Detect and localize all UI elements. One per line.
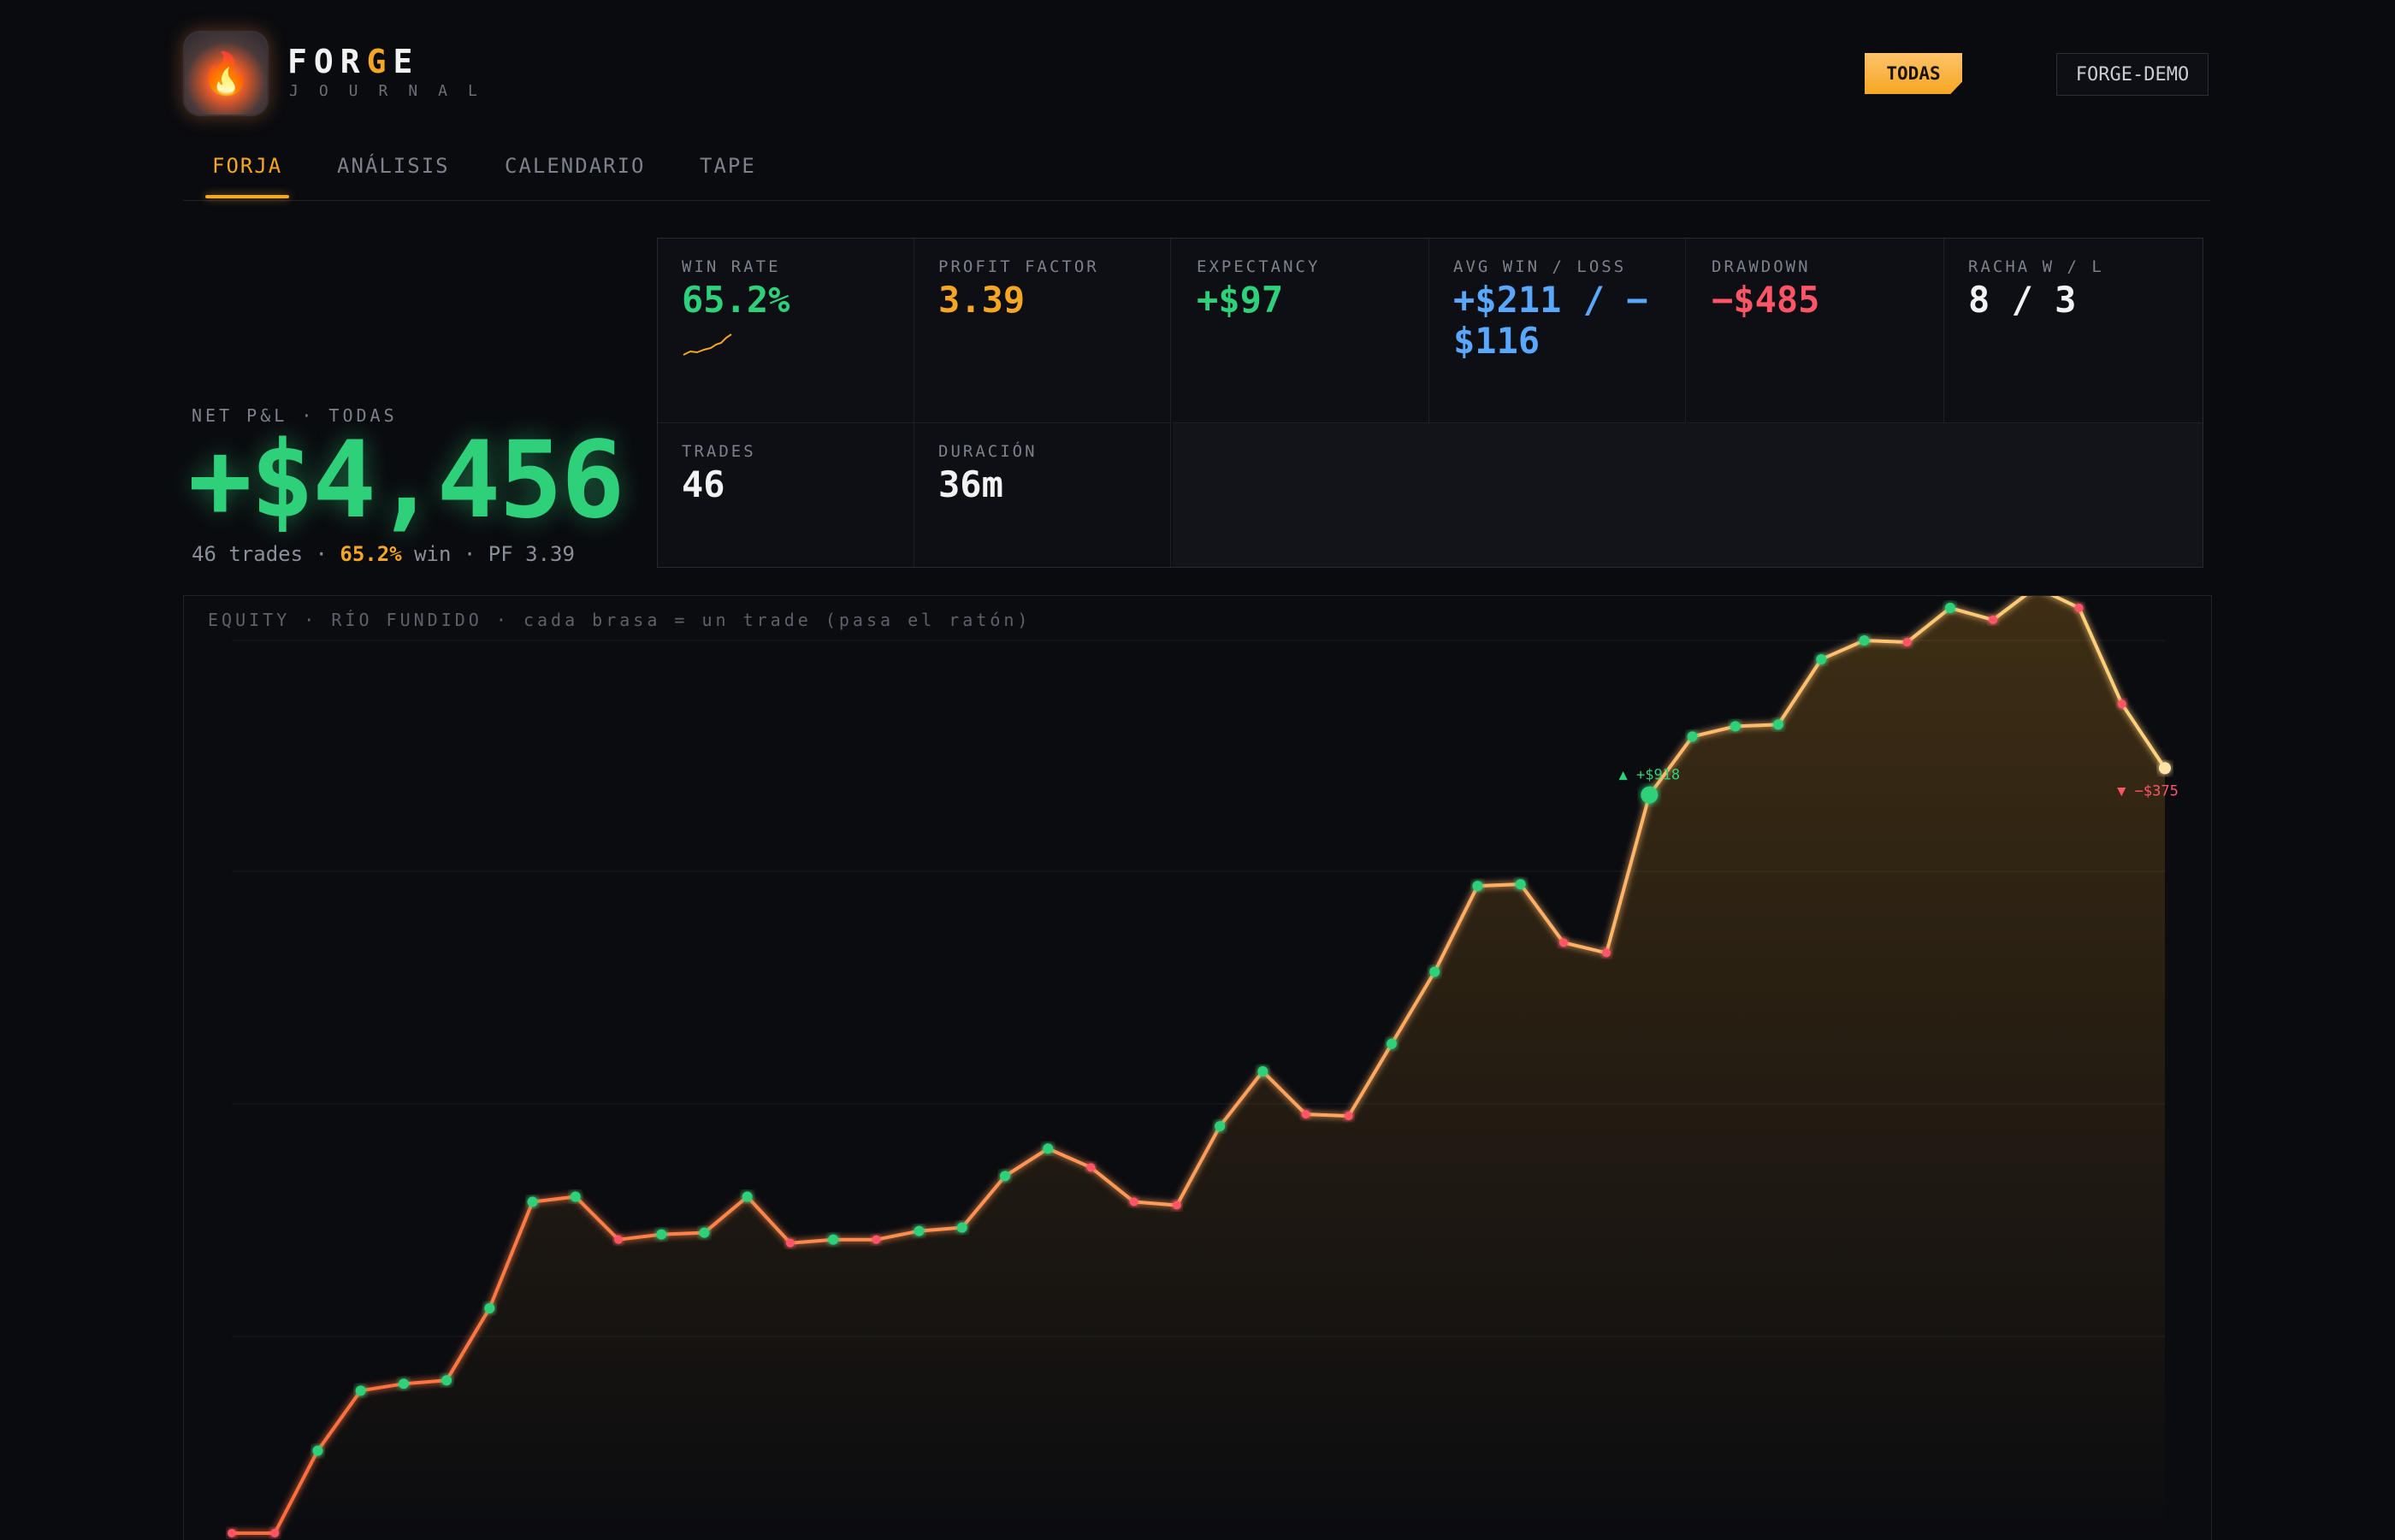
stat-avg-win-loss: AVG WIN / LOSS +$211 / −$116 [1429,239,1686,423]
brand-title: FORGE [287,43,420,80]
net-pnl-summary: 46 trades · 65.2% win · PF 3.39 [192,542,575,566]
trade-point[interactable] [699,1227,710,1238]
trade-point[interactable] [270,1528,280,1537]
trade-point[interactable] [1301,1110,1310,1119]
net-pnl-value: +$4,456 [188,419,625,542]
logo: 🔥 [183,31,269,116]
active-tab-indicator [205,195,289,198]
account-all-button[interactable]: TODAS [1865,53,1962,94]
stat-streak: RACHA W / L 8 / 3 [1944,239,2203,423]
trade-point[interactable] [614,1235,623,1244]
main-tabs: FORJA ANÁLISIS CALENDARIO TAPE [183,147,2210,201]
trade-point[interactable] [742,1191,753,1202]
trade-point[interactable] [656,1229,667,1240]
trade-point[interactable] [228,1528,236,1537]
tab-analisis[interactable]: ANÁLISIS [337,154,450,178]
trade-point[interactable] [1730,721,1741,732]
trade-point[interactable] [1429,966,1440,977]
stats-empty-area [1173,423,2203,567]
trade-point[interactable] [1859,635,1870,646]
account-demo-button[interactable]: FORGE-DEMO [2056,53,2209,96]
stat-expectancy: EXPECTANCY +$97 [1173,239,1429,423]
brand-subtitle: JOURNAL [289,82,498,100]
equity-area [232,596,2165,1540]
trade-point[interactable] [1641,786,1659,804]
trade-point[interactable] [872,1235,881,1244]
trade-point[interactable] [1515,879,1526,890]
trade-point[interactable] [398,1378,409,1390]
trade-point[interactable] [914,1225,925,1236]
trade-annotation: ▼ −$375 [2117,782,2179,800]
trade-point[interactable] [570,1191,581,1202]
trade-point[interactable] [1387,1038,1397,1049]
trade-point[interactable] [956,1222,967,1233]
tab-tape[interactable]: TAPE [700,154,756,178]
trade-point[interactable] [1944,602,1955,613]
trade-point[interactable] [1000,1171,1010,1182]
trade-point[interactable] [785,1238,795,1248]
equity-chart: EQUITY · RÍO FUNDIDO · cada brasa = un t… [183,595,2212,1540]
trade-point[interactable] [1344,1112,1353,1121]
stat-drawdown: DRAWDOWN −$485 [1688,239,1944,423]
trade-point[interactable] [527,1196,538,1207]
trade-point[interactable] [1816,654,1827,665]
trade-point[interactable] [1558,938,1568,947]
trade-point[interactable] [312,1445,323,1456]
stats-grid: WIN RATE 65.2% PROFIT FACTOR 3.39 EXPECT… [657,238,2203,568]
trade-point[interactable] [1257,1065,1268,1077]
trade-point[interactable] [1043,1143,1054,1154]
stat-trades: TRADES 46 [658,423,914,567]
flame-icon: 🔥 [200,50,251,98]
tab-forja[interactable]: FORJA [212,154,282,178]
trade-point[interactable] [1086,1163,1096,1172]
trade-point[interactable] [1902,638,1912,647]
trade-point[interactable] [355,1385,366,1396]
trade-point[interactable] [484,1302,495,1313]
tab-calendario[interactable]: CALENDARIO [505,154,646,178]
trade-point[interactable] [1687,731,1698,742]
trade-point[interactable] [2159,762,2171,775]
trade-point[interactable] [1215,1121,1226,1132]
win-rate-sparkline [683,333,732,356]
trade-point[interactable] [1472,881,1483,892]
trade-point[interactable] [1773,719,1783,730]
equity-chart-svg: ▲ +$918 ▼ −$375 [228,596,2179,1540]
trade-point[interactable] [1602,948,1611,958]
trade-point[interactable] [2074,603,2084,612]
trade-point[interactable] [828,1234,839,1245]
trade-point[interactable] [441,1375,452,1386]
stat-win-rate: WIN RATE 65.2% [658,239,914,423]
stat-profit-factor: PROFIT FACTOR 3.39 [914,239,1171,423]
trade-annotation: ▲ +$918 [1619,767,1681,784]
trade-point[interactable] [1129,1197,1138,1207]
trade-point[interactable] [1172,1201,1181,1210]
trade-point[interactable] [1989,615,1998,624]
stat-duration: DURACIÓN 36m [914,423,1171,567]
trade-point[interactable] [2117,699,2126,709]
